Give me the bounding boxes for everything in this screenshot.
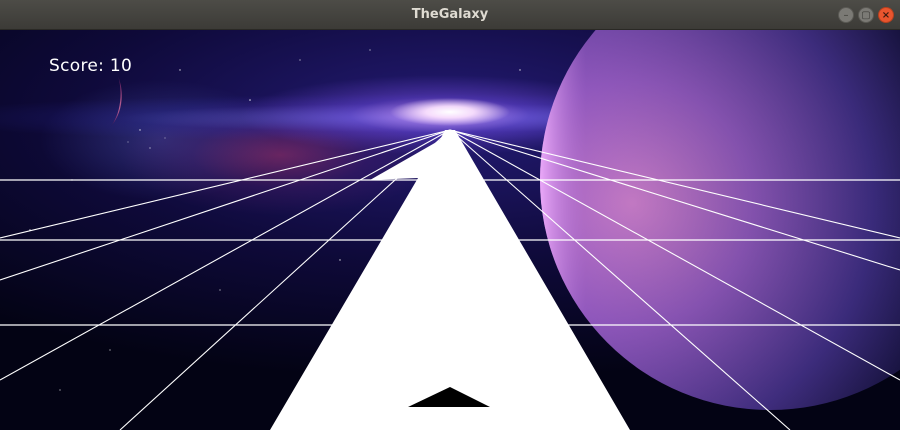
maximize-button[interactable]: ▢ bbox=[858, 7, 874, 23]
track-road bbox=[270, 130, 630, 430]
score-label: Score: 10 bbox=[49, 56, 133, 76]
game-viewport[interactable]: Score: 10 bbox=[0, 30, 900, 430]
minimize-button[interactable]: – bbox=[838, 7, 854, 23]
grid-perspective-line bbox=[0, 129, 451, 239]
game-window: TheGalaxy – ▢ × Score: 10 bbox=[0, 0, 900, 430]
grid-perspective-line bbox=[449, 129, 900, 239]
window-title: TheGalaxy bbox=[411, 7, 489, 22]
title-bar[interactable]: TheGalaxy – ▢ × bbox=[0, 0, 900, 30]
close-button[interactable]: × bbox=[878, 7, 894, 23]
track-scene bbox=[0, 129, 900, 430]
